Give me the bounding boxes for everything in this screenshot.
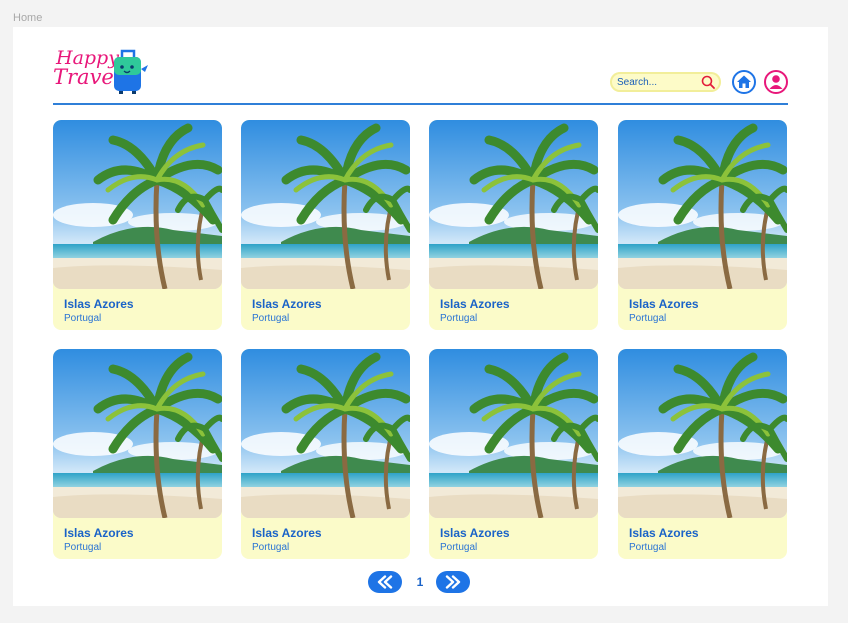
search-icon[interactable]	[701, 75, 715, 89]
pagination: 1	[368, 571, 472, 595]
destination-card[interactable]: Islas Azores Portugal	[429, 120, 598, 330]
next-page-button[interactable]	[436, 571, 470, 593]
current-page-number[interactable]: 1	[412, 575, 428, 589]
destination-photo	[53, 349, 222, 518]
header: Happy Travel	[53, 49, 788, 105]
search-bar	[610, 72, 721, 92]
destination-photo	[618, 349, 787, 518]
previous-page-button[interactable]	[368, 571, 402, 593]
user-icon[interactable]	[764, 70, 788, 94]
destination-title: Islas Azores	[440, 526, 510, 540]
destination-card[interactable]: Islas Azores Portugal	[618, 120, 787, 330]
destination-card[interactable]: Islas Azores Portugal	[53, 120, 222, 330]
logo[interactable]: Happy Travel	[53, 49, 163, 99]
destination-photo	[429, 120, 598, 289]
double-chevron-left-icon	[377, 575, 393, 589]
page-frame: Happy Travel Search... Islas Azores Port…	[13, 27, 828, 606]
frame-label: Home	[13, 12, 43, 24]
destination-photo	[241, 349, 410, 518]
destination-country: Portugal	[252, 313, 290, 324]
search-input[interactable]	[617, 74, 697, 90]
destination-title: Islas Azores	[64, 297, 134, 311]
destination-photo	[53, 120, 222, 289]
destination-title: Islas Azores	[440, 297, 510, 311]
destination-country: Portugal	[440, 313, 478, 324]
home-icon[interactable]	[732, 70, 756, 94]
destination-country: Portugal	[629, 313, 667, 324]
destination-country: Portugal	[440, 542, 478, 553]
destination-title: Islas Azores	[64, 526, 134, 540]
destination-country: Portugal	[64, 542, 102, 553]
destination-country: Portugal	[252, 542, 290, 553]
destination-card[interactable]: Islas Azores Portugal	[618, 349, 787, 559]
destination-photo	[618, 120, 787, 289]
destination-card[interactable]: Islas Azores Portugal	[429, 349, 598, 559]
suitcase-mascot-icon	[114, 49, 148, 94]
destination-country: Portugal	[629, 542, 667, 553]
destination-title: Islas Azores	[629, 526, 699, 540]
destination-title: Islas Azores	[629, 297, 699, 311]
destination-country: Portugal	[64, 313, 102, 324]
destination-title: Islas Azores	[252, 297, 322, 311]
double-chevron-right-icon	[445, 575, 461, 589]
destination-card[interactable]: Islas Azores Portugal	[53, 349, 222, 559]
destination-title: Islas Azores	[252, 526, 322, 540]
destination-card[interactable]: Islas Azores Portugal	[241, 349, 410, 559]
destination-card[interactable]: Islas Azores Portugal	[241, 120, 410, 330]
destination-photo	[241, 120, 410, 289]
destination-photo	[429, 349, 598, 518]
